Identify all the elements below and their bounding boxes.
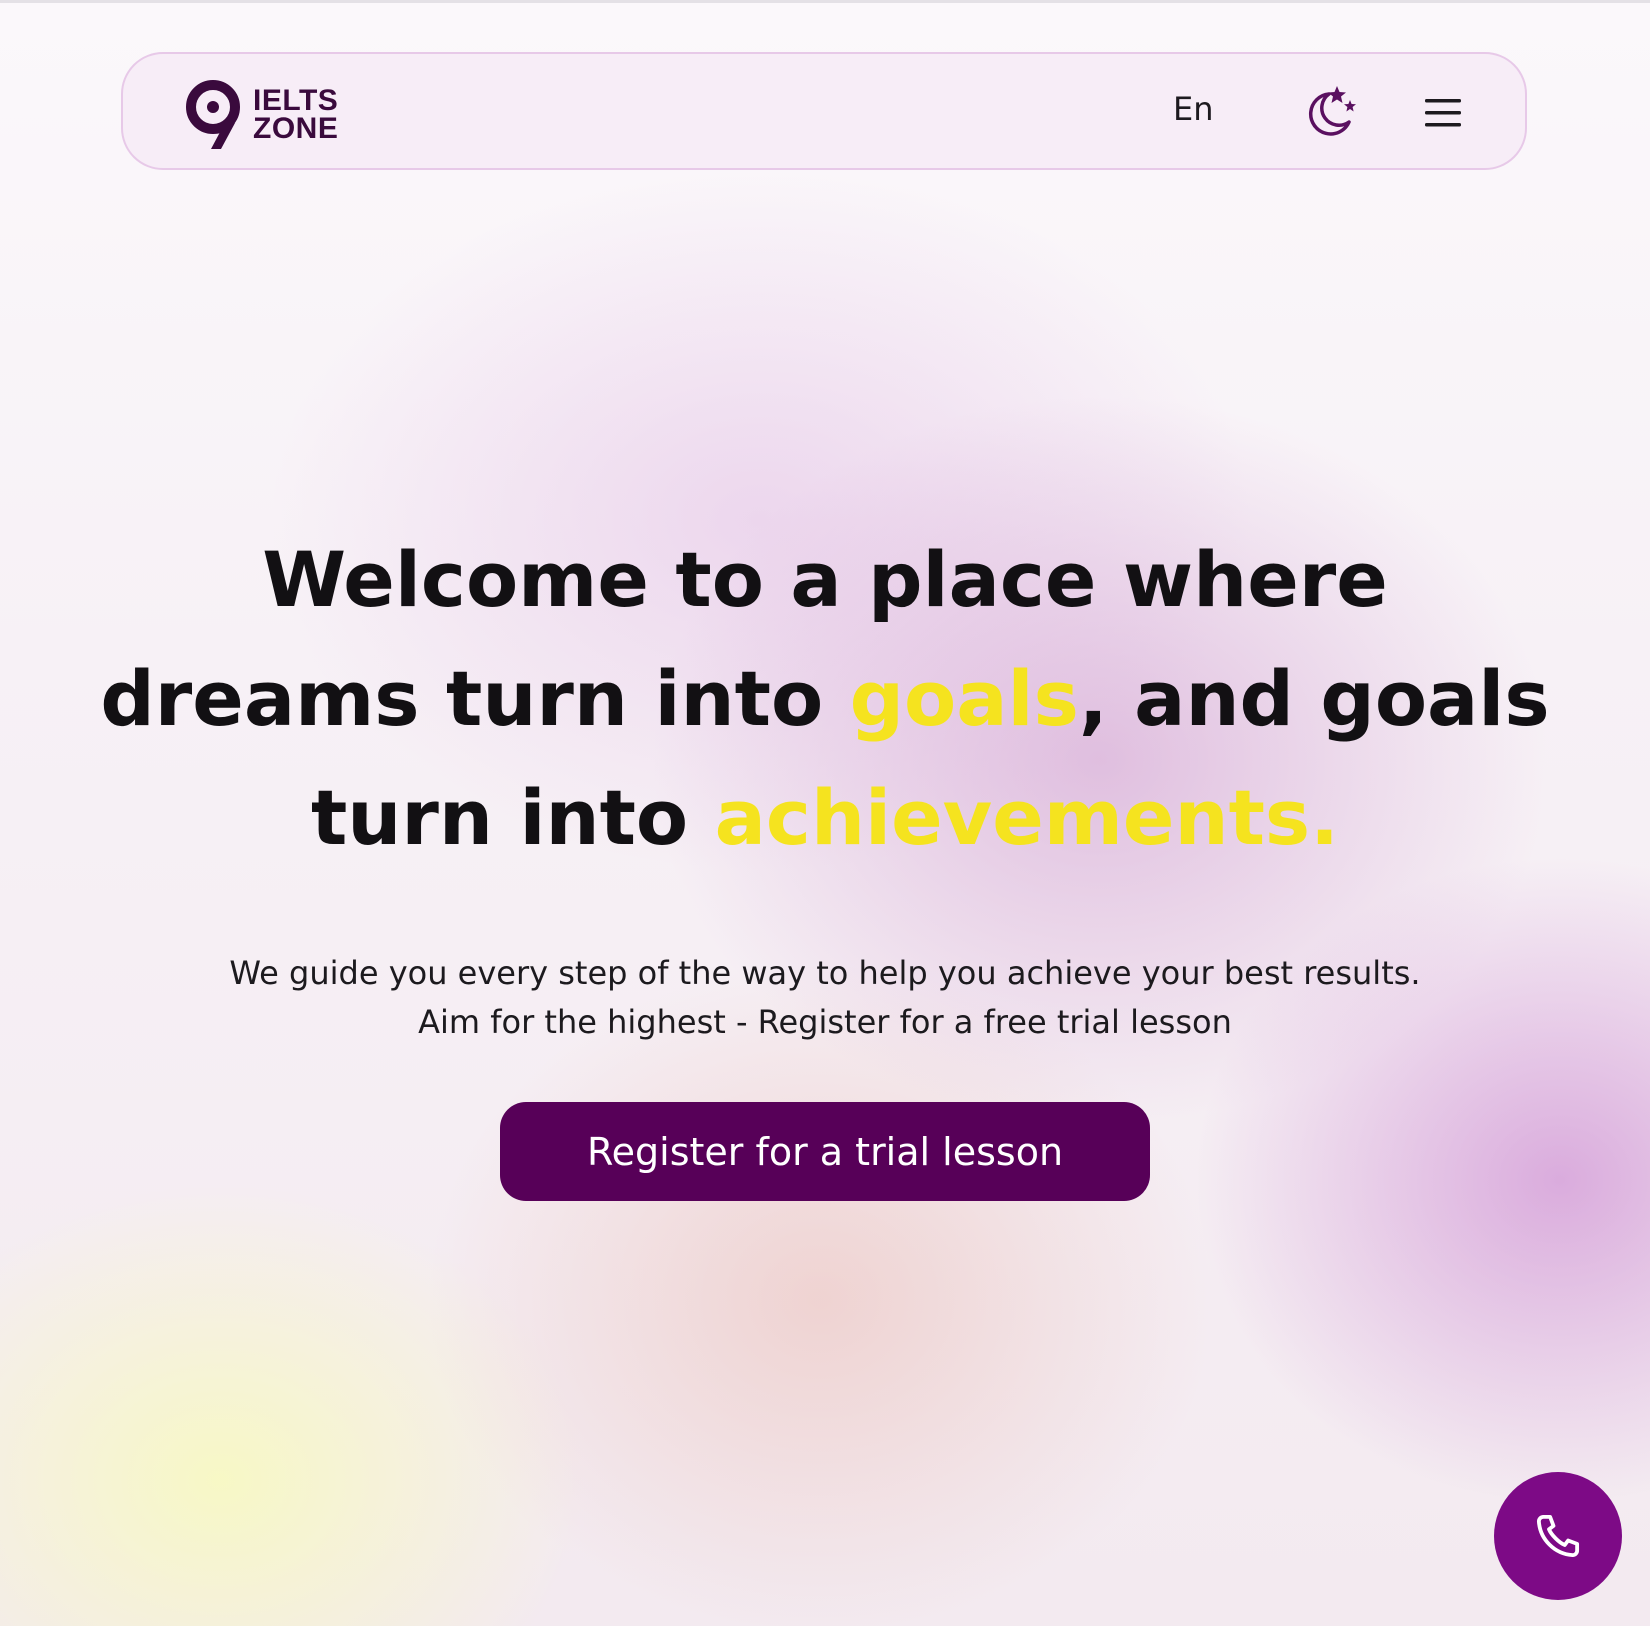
ielts-zone-logo-icon <box>186 80 240 149</box>
logo-text-line1: IELTS <box>253 84 339 117</box>
headline-highlight-achievements: achievements. <box>714 773 1340 862</box>
browser-top-border <box>0 0 1650 3</box>
headline-text: dreams turn into <box>100 654 850 743</box>
headline-text: , and goals <box>1078 654 1550 743</box>
language-switcher[interactable]: En <box>1173 90 1214 128</box>
logo-text: IELTS ZONE <box>253 84 339 145</box>
headline-text: turn into <box>310 773 715 862</box>
phone-icon <box>1536 1514 1580 1558</box>
register-trial-lesson-button[interactable]: Register for a trial lesson <box>500 1102 1150 1201</box>
subtitle-line-1: We guide you every step of the way to he… <box>229 954 1421 992</box>
headline-highlight-goals: goals <box>849 654 1079 743</box>
headline-line-2: dreams turn into goals, and goals <box>100 639 1550 758</box>
moon-stars-icon[interactable] <box>1303 84 1359 140</box>
headline-line-3: turn into achievements. <box>100 758 1550 877</box>
logo[interactable]: IELTS ZONE <box>183 79 338 151</box>
call-button[interactable] <box>1494 1472 1622 1600</box>
hero-subtitle: We guide you every step of the way to he… <box>100 949 1550 1047</box>
hero-section: Welcome to a place where dreams turn int… <box>0 520 1650 1047</box>
headline-line-1: Welcome to a place where <box>100 520 1550 639</box>
subtitle-line-2: Aim for the highest - Register for a fre… <box>418 1003 1232 1041</box>
hero-headline: Welcome to a place where dreams turn int… <box>100 520 1550 877</box>
headline-text: Welcome to a place where <box>262 535 1388 624</box>
hamburger-menu-icon[interactable] <box>1423 96 1463 130</box>
site-header: IELTS ZONE En <box>121 52 1527 170</box>
logo-text-line2: ZONE <box>253 112 339 145</box>
